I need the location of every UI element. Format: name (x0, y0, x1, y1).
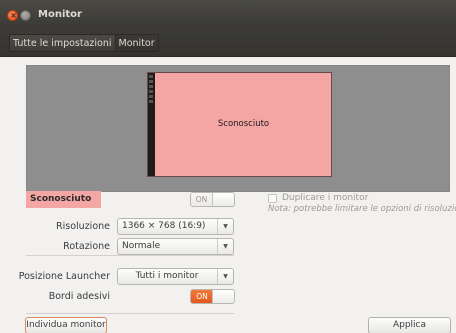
launcher-position-label: Posizione Launcher (18, 271, 110, 282)
breadcrumb: Tutte le impostazioni Monitor (9, 34, 159, 52)
separator (26, 255, 234, 256)
sticky-edges-toggle[interactable]: ON (190, 289, 235, 304)
toolbar: Tutte le impostazioni Monitor (0, 30, 456, 57)
content-area: Sconosciuto Sconosciuto ON Duplicare i m… (0, 57, 456, 333)
close-glyph: × (10, 11, 17, 20)
monitor-window: × Monitor Tutte le impostazioni Monitor … (0, 0, 456, 333)
rotation-label: Rotazione (63, 241, 110, 252)
launcher-dot (149, 90, 153, 93)
launcher-dot (149, 85, 153, 88)
resolution-select[interactable]: 1366 × 768 (16:9) ▼ (117, 218, 234, 235)
detect-displays-button[interactable]: Individua monitor (25, 317, 107, 333)
chevron-down-icon: ▼ (217, 239, 233, 254)
display-power-toggle[interactable]: ON (190, 192, 235, 207)
minimize-icon[interactable] (20, 10, 31, 21)
breadcrumb-all-settings[interactable]: Tutte le impostazioni (10, 35, 115, 51)
mirror-displays-label: Duplicare i monitor (282, 193, 369, 203)
launcher-dot (149, 75, 153, 78)
sticky-edges-state: ON (191, 290, 213, 303)
toggle-knob (212, 193, 234, 206)
rotation-value: Normale (122, 241, 161, 251)
display-name-tag: Sconosciuto (26, 191, 101, 208)
launcher-dot (149, 100, 153, 103)
sticky-edges-label: Bordi adesivi (48, 291, 110, 302)
resolution-label: Risoluzione (56, 221, 110, 232)
close-icon[interactable]: × (7, 10, 18, 21)
mirror-note: Nota: potrebbe limitare le opzioni di ri… (268, 204, 456, 214)
launcher-position-value: Tutti i monitor (135, 271, 199, 281)
monitor-preview-label: Sconosciuto (217, 119, 270, 129)
resolution-value: 1366 × 768 (16:9) (122, 221, 206, 231)
apply-button[interactable]: Applica (368, 317, 451, 333)
launcher-dot (149, 95, 153, 98)
toggle-knob (212, 290, 234, 303)
chevron-down-icon: ▼ (217, 269, 233, 284)
mirror-displays-row: Duplicare i monitor (268, 192, 368, 204)
launcher-dot (149, 80, 153, 83)
monitor-preview-rect[interactable]: Sconosciuto (147, 72, 332, 177)
display-power-state: ON (191, 193, 213, 206)
launcher-strip (148, 73, 155, 176)
breadcrumb-monitor[interactable]: Monitor (114, 35, 158, 51)
monitor-arrangement-preview: Sconosciuto (26, 65, 450, 192)
mirror-displays-checkbox[interactable] (268, 193, 277, 203)
chevron-down-icon: ▼ (217, 219, 233, 234)
title-bar: × Monitor (0, 0, 456, 30)
rotation-select[interactable]: Normale ▼ (117, 238, 234, 255)
launcher-position-select[interactable]: Tutti i monitor ▼ (117, 268, 234, 285)
window-title: Monitor (38, 9, 82, 20)
separator (26, 313, 234, 314)
